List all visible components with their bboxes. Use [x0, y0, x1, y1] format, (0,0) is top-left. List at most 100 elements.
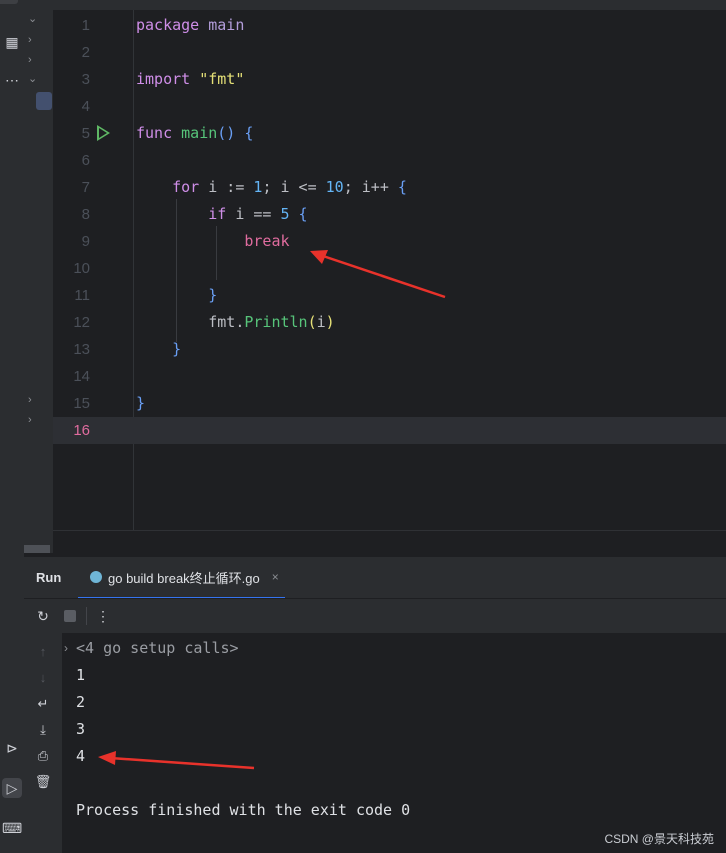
more-options-icon[interactable]: ⋮: [94, 607, 112, 625]
line-number: 4: [81, 98, 90, 115]
code-token: fmt.: [136, 313, 245, 331]
code-token: ; i <=: [262, 178, 326, 196]
run-config-tab[interactable]: go build break终止循环.go ×: [78, 557, 285, 599]
structure-icon[interactable]: ▦: [2, 32, 22, 52]
code-token: {: [235, 124, 254, 142]
code-token: main: [172, 124, 218, 142]
tree-selected-item[interactable]: [36, 92, 52, 110]
run-gutter-icon[interactable]: [97, 125, 110, 141]
console-line: 1: [76, 666, 86, 684]
run-toolbar: ↻ ⋮: [24, 598, 726, 633]
code-line[interactable]: 4: [53, 93, 726, 120]
stop-icon[interactable]: [64, 610, 76, 622]
tree-expand-chevron-icon[interactable]: ⌄: [28, 12, 37, 25]
code-token: func: [136, 124, 173, 142]
code-token: }: [136, 394, 146, 412]
services-icon[interactable]: ⊳: [2, 738, 22, 758]
code-line[interactable]: 1 package main: [53, 12, 726, 39]
run-tool-icon[interactable]: ▷: [2, 778, 22, 798]
rerun-icon[interactable]: ↻: [34, 607, 52, 625]
run-side-toolbar: ↑ ↓ ↵ ⤓ ⎙ 🗑: [24, 633, 62, 853]
code-token: }: [172, 340, 182, 358]
project-tree: ⌄ › › ⌄ › ›: [24, 0, 54, 553]
arrow-down-icon[interactable]: ↓: [34, 669, 52, 687]
tree-chevron-icon[interactable]: ›: [28, 414, 32, 426]
line-number: 6: [81, 152, 90, 169]
toolbar-separator: [86, 607, 87, 625]
code-token: ; i++: [343, 178, 398, 196]
tree-scrollbar[interactable]: [24, 545, 50, 553]
scroll-to-end-icon[interactable]: ⤓: [34, 721, 52, 739]
code-text: if i == 5 {: [136, 201, 308, 228]
tree-expand-chevron-icon[interactable]: ⌄: [28, 72, 37, 85]
code-line[interactable]: 14: [53, 363, 726, 390]
line-number: 7: [81, 179, 90, 196]
strip-top-handle: [0, 0, 18, 4]
code-text: import "fmt": [136, 66, 244, 93]
code-token: i ==: [226, 205, 281, 223]
code-token: if: [208, 205, 227, 223]
go-gopher-icon: [90, 571, 102, 583]
terminal-icon[interactable]: ⌨: [2, 818, 22, 838]
code-token: }: [208, 286, 218, 304]
code-line[interactable]: 6: [53, 147, 726, 174]
code-token: (: [307, 313, 317, 331]
indent-guide: [176, 199, 177, 342]
fold-chevron-icon[interactable]: ›: [64, 641, 68, 655]
code-text: break: [136, 228, 289, 255]
tree-chevron-icon[interactable]: ›: [28, 54, 32, 66]
tree-chevron-icon[interactable]: ›: [28, 394, 32, 406]
console-line: 4: [76, 747, 86, 765]
line-number: 8: [81, 206, 90, 223]
more-icon[interactable]: ⋯: [2, 70, 22, 90]
code-text: fmt.Println(i): [136, 309, 334, 336]
trash-icon[interactable]: 🗑: [34, 773, 52, 791]
code-line[interactable]: 2: [53, 39, 726, 66]
code-token: {: [289, 205, 308, 223]
line-number: 15: [73, 395, 90, 412]
line-number: 13: [73, 341, 90, 358]
code-text: }: [136, 390, 145, 417]
code-token: package: [136, 16, 200, 34]
line-number: 3: [81, 71, 90, 88]
annotation-arrow: [310, 250, 446, 299]
watermark: CSDN @景天科技苑: [604, 832, 714, 846]
code-token: "fmt": [190, 70, 245, 88]
console-output[interactable]: › <4 go setup calls> 1 2 3 4 Process fin…: [62, 633, 726, 853]
arrow-up-icon[interactable]: ↑: [34, 643, 52, 661]
code-token: main: [199, 16, 245, 34]
code-text: }: [136, 336, 181, 363]
print-icon[interactable]: ⎙: [34, 747, 52, 765]
line-number: 11: [74, 287, 90, 304]
code-token: {: [397, 178, 407, 196]
close-tab-icon[interactable]: ×: [272, 570, 279, 584]
code-line[interactable]: 8 if i == 5 {: [53, 201, 726, 228]
code-text: package main: [136, 12, 244, 39]
code-line[interactable]: 15}: [53, 390, 726, 417]
collapsed-setup-calls[interactable]: <4 go setup calls>: [76, 635, 239, 662]
tree-chevron-icon[interactable]: ›: [28, 34, 32, 46]
code-line[interactable]: 5 func main() {: [53, 120, 726, 147]
line-number: 2: [81, 44, 90, 61]
line-number: 16: [73, 422, 90, 439]
code-text: for i := 1; i <= 10; i++ {: [136, 174, 407, 201]
process-finished-message: Process finished with the exit code 0: [76, 801, 411, 819]
code-line[interactable]: 7 for i := 1; i <= 10; i++ {: [53, 174, 726, 201]
code-line[interactable]: 3 import "fmt": [53, 66, 726, 93]
annotation-arrow: [98, 751, 255, 770]
line-number: 1: [81, 17, 90, 34]
code-token: i :=: [199, 178, 254, 196]
code-token: import: [136, 70, 191, 88]
code-line[interactable]: 13 }: [53, 336, 726, 363]
activity-bar: ▦ ⋯ ⊳ ▷ ⌨: [0, 0, 25, 853]
soft-wrap-icon[interactable]: ↵: [34, 695, 52, 713]
code-line[interactable]: 16: [53, 417, 726, 444]
line-number: 5: [81, 125, 90, 142]
code-line[interactable]: 12 fmt.Println(i): [53, 309, 726, 336]
line-number: 10: [73, 260, 90, 277]
